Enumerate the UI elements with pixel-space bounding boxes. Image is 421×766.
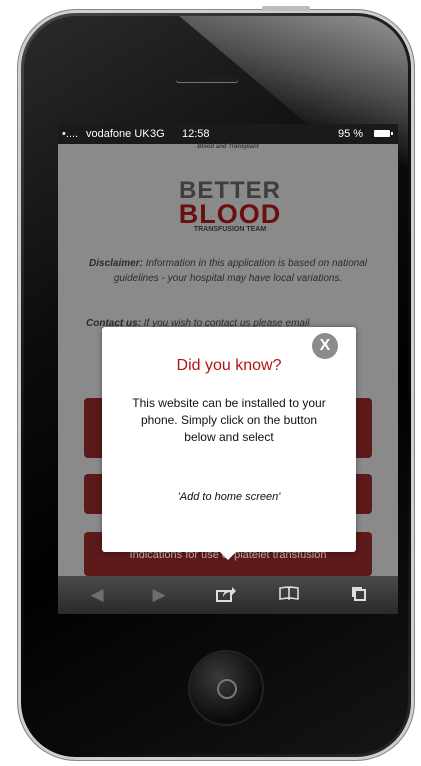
popup-message: This website can be installed to your ph… (132, 396, 326, 444)
disclaimer-label: Disclaimer: (89, 258, 143, 269)
better-blood-logo: BETTER BLOOD TRANSFUSION TEAM (170, 179, 290, 234)
install-popup: Did you know? This website can be instal… (102, 327, 356, 560)
popup-title: Did you know? (176, 357, 282, 374)
signal-indicator: •.... (62, 128, 79, 140)
logo-line-2: BLOOD (178, 199, 282, 229)
tabs-icon[interactable] (346, 585, 372, 608)
clock: 12:58 (182, 128, 210, 140)
close-icon[interactable]: X (312, 333, 338, 359)
home-button[interactable] (190, 652, 262, 724)
battery-level: 95 % (338, 128, 364, 140)
disclaimer: Disclaimer: Information in this applicat… (82, 256, 374, 286)
battery-icon (374, 130, 393, 137)
power-button (262, 6, 310, 11)
page-subtitle: Blood and Transplant (197, 144, 259, 150)
back-arrow-icon[interactable]: ◀ (84, 585, 110, 605)
safari-toolbar: ◀ ▶ (58, 576, 398, 614)
forward-arrow-icon[interactable]: ▶ (146, 585, 172, 605)
earpiece-speaker (176, 77, 238, 82)
home-button-circle-icon (217, 679, 237, 699)
share-icon[interactable] (213, 585, 239, 608)
carrier-name: vodafone UK (86, 128, 150, 140)
disclaimer-text: Information in this application is based… (113, 258, 367, 284)
bookmarks-icon[interactable] (276, 585, 302, 606)
network-type: 3G (150, 128, 165, 140)
status-bar: •.... vodafone UK 3G 12:58 95 % (58, 124, 398, 144)
popup-instruction: 'Add to home screen' (177, 491, 281, 503)
